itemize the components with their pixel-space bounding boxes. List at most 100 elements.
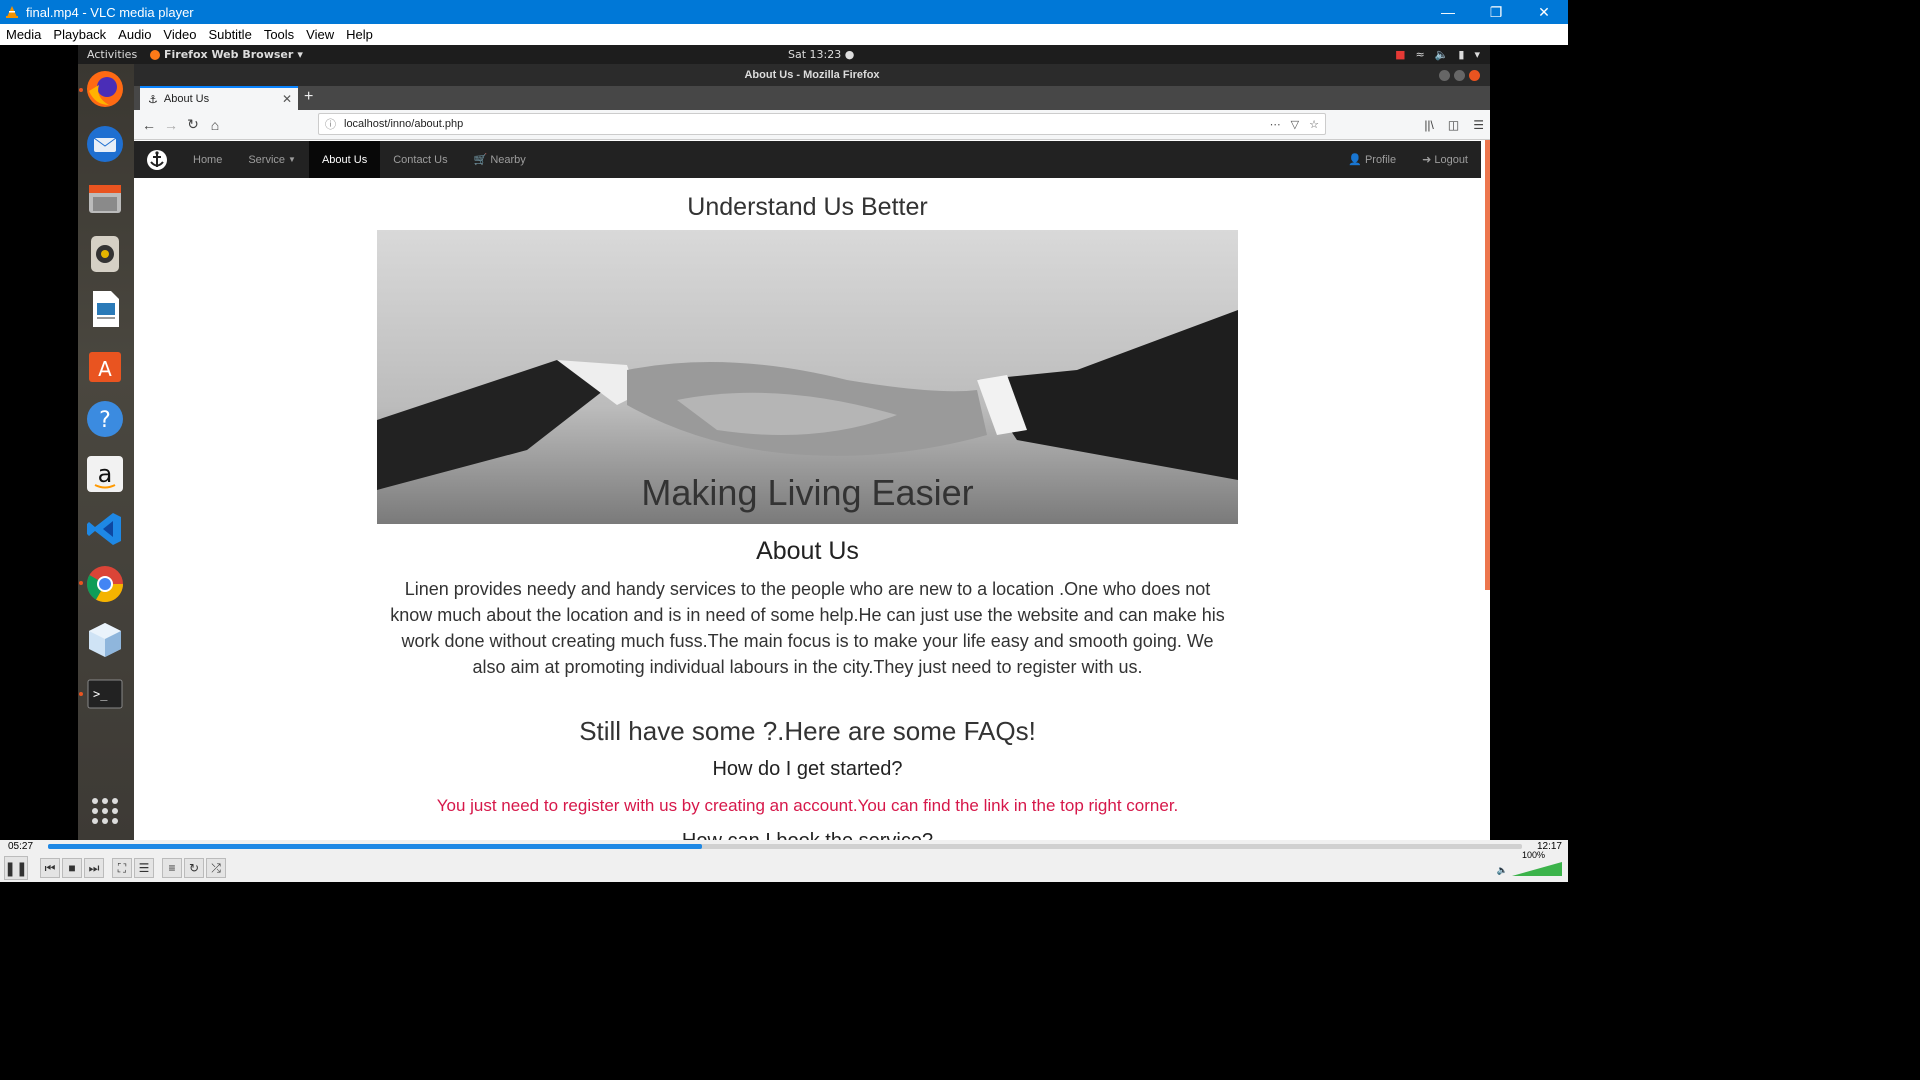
menu-video[interactable]: Video [157, 27, 202, 42]
minimize-icon[interactable] [1439, 69, 1450, 81]
faq-title: Still have some ?.Here are some FAQs! [579, 716, 1036, 746]
page-scrollbar[interactable] [1485, 140, 1490, 590]
shuffle-icon[interactable]: ⤮ [206, 858, 226, 878]
chevron-down-icon: ▾ [297, 48, 303, 61]
system-tray[interactable]: ■ ≈ 🔈 ▮ ▾ [1395, 48, 1480, 61]
nav-home[interactable]: Home [180, 141, 235, 178]
firefox-window-title: About Us - Mozilla Firefox [744, 69, 880, 81]
battery-icon: ▮ [1458, 48, 1465, 61]
menu-view[interactable]: View [300, 27, 340, 42]
volume-icon: 🔈 [1434, 48, 1449, 61]
amazon-icon[interactable]: a [84, 453, 126, 495]
tab-about-us[interactable]: ⚓ About Us ✕ [140, 86, 298, 110]
close-icon[interactable] [1469, 69, 1480, 81]
playlist-icon[interactable]: ≡ [162, 858, 182, 878]
running-indicator [79, 88, 83, 92]
loop-icon[interactable]: ↻ [184, 858, 204, 878]
hamburger-menu-icon[interactable]: ☰ [1473, 118, 1484, 132]
nav-service-label: Service [248, 153, 286, 166]
volume-slider[interactable]: 100% [1512, 850, 1562, 876]
thunderbird-icon[interactable] [84, 123, 126, 165]
volume-control[interactable]: 🔈 100% [1496, 850, 1562, 876]
tab-title: About Us [163, 93, 210, 105]
nav-toolbar: ← → ↻ ⌂ ⓘ localhost/inno/about.php ⋯ ▽ ☆… [134, 110, 1490, 140]
restore-icon[interactable]: ❐ [1472, 0, 1520, 24]
firefox-icon[interactable] [84, 68, 126, 110]
vlc-menu-bar: Media Playback Audio Video Subtitle Tool… [0, 24, 1568, 45]
app-menu[interactable]: Firefox Web Browser ▾ [150, 48, 303, 61]
firefox-title-bar: About Us - Mozilla Firefox [134, 64, 1490, 86]
close-icon[interactable]: ✕ [1520, 0, 1568, 24]
page-heading: Understand Us Better [687, 193, 928, 221]
pause-icon[interactable]: ❚❚ [4, 856, 28, 880]
previous-icon[interactable]: ⏮ [40, 858, 60, 878]
logout-icon: ➜ [1422, 154, 1432, 166]
seek-bar[interactable] [48, 844, 1522, 849]
new-tab-button[interactable]: + [304, 88, 313, 106]
vscode-icon[interactable] [84, 508, 126, 550]
library-icon[interactable]: ||\ [1424, 118, 1434, 132]
volume-label: 100% [1522, 850, 1546, 860]
speaker-icon: 🔈 [1496, 865, 1508, 875]
url-actions: ⋯ ▽ ☆ [1270, 118, 1319, 131]
faq-question: How do I get started? [712, 758, 903, 780]
svg-text:>_: >_ [93, 687, 108, 701]
vlc-title-bar: final.mp4 - VLC media player — ❐ ✕ [0, 0, 1568, 24]
pocket-icon[interactable]: ▽ [1291, 118, 1299, 131]
svg-text:A: A [98, 357, 112, 381]
anchor-icon: ⚓ [148, 93, 158, 106]
fullscreen-icon[interactable]: ⛶ [112, 858, 132, 878]
info-icon[interactable]: ⓘ [325, 116, 336, 132]
nav-contact-us[interactable]: Contact Us [380, 141, 460, 178]
site-navbar: Home Service ▼ About Us Contact Us 🛒 Nearb… [134, 141, 1481, 178]
menu-help[interactable]: Help [340, 27, 379, 42]
app-grid-icon[interactable] [84, 790, 126, 832]
minimize-icon[interactable]: — [1424, 0, 1472, 24]
home-icon[interactable]: ⌂ [204, 117, 226, 133]
maximize-icon[interactable] [1454, 69, 1465, 81]
software-center-icon[interactable]: A [84, 343, 126, 385]
nav-nearby[interactable]: 🛒 Nearby [461, 141, 539, 178]
libreoffice-writer-icon[interactable] [84, 288, 126, 330]
rhythmbox-icon[interactable] [84, 233, 126, 275]
bookmark-star-icon[interactable]: ☆ [1309, 118, 1319, 131]
nav-service[interactable]: Service ▼ [235, 141, 309, 178]
svg-text:a: a [98, 460, 113, 488]
back-icon[interactable]: ← [138, 117, 160, 133]
extended-settings-icon[interactable]: ☰ [134, 858, 154, 878]
forward-icon[interactable]: → [160, 117, 182, 133]
close-tab-icon[interactable]: ✕ [282, 92, 292, 106]
box-icon[interactable] [84, 618, 126, 660]
menu-tools[interactable]: Tools [258, 27, 300, 42]
nav-profile[interactable]: 👤 Profile [1335, 141, 1409, 178]
nav-about-us[interactable]: About Us [308, 141, 381, 178]
url-bar[interactable]: ⓘ localhost/inno/about.php ⋯ ▽ ☆ [318, 113, 1326, 135]
user-icon: 👤 [1348, 154, 1362, 166]
clock[interactable]: Sat 13:23 ● [788, 48, 854, 61]
seek-progress [48, 844, 703, 849]
terminal-icon[interactable]: >_ [84, 673, 126, 715]
menu-subtitle[interactable]: Subtitle [202, 27, 257, 42]
menu-audio[interactable]: Audio [112, 27, 157, 42]
vlc-cone-icon [4, 4, 20, 20]
reload-icon[interactable]: ↻ [182, 116, 204, 133]
tab-bar: ⚓ About Us ✕ + [134, 86, 1490, 110]
sidebar-icon[interactable]: ◫ [1448, 118, 1459, 132]
nav-logout[interactable]: ➜ Logout [1409, 141, 1481, 178]
chrome-icon[interactable] [84, 563, 126, 605]
help-icon[interactable]: ? [84, 398, 126, 440]
caret-down-icon: ▼ [288, 155, 296, 164]
about-paragraph: Linen provides needy and handy services … [390, 579, 1225, 677]
nav-profile-label: Profile [1364, 153, 1397, 166]
anchor-logo-icon[interactable] [134, 141, 180, 178]
ubuntu-desktop: Activities Firefox Web Browser ▾ Sat 13:… [78, 45, 1490, 840]
activities-button[interactable]: Activities [78, 48, 150, 61]
menu-media[interactable]: Media [0, 27, 47, 42]
stop-icon[interactable]: ■ [62, 858, 82, 878]
hero-caption: Making Living Easier [641, 472, 974, 513]
next-icon[interactable]: ⏭ [84, 858, 104, 878]
files-icon[interactable] [84, 178, 126, 220]
more-actions-icon[interactable]: ⋯ [1270, 118, 1281, 131]
firefox-small-icon [150, 49, 160, 60]
menu-playback[interactable]: Playback [47, 27, 112, 42]
